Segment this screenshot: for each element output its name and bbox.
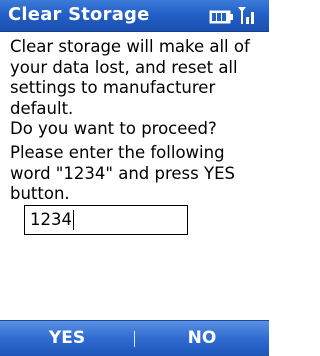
- warning-text: Clear storage will make all of your data…: [10, 37, 250, 138]
- instruction-message: Please enter the following word "1234" a…: [10, 143, 262, 203]
- text-caret: [73, 210, 74, 230]
- instruction-text: Please enter the following word "1234" a…: [10, 143, 235, 203]
- status-icons: [208, 5, 257, 25]
- yes-softkey[interactable]: YES: [0, 321, 134, 356]
- page-title: Clear Storage: [8, 4, 150, 25]
- warning-message: Clear storage will make all of your data…: [10, 37, 262, 140]
- no-softkey[interactable]: NO: [135, 321, 269, 356]
- softkey-bar: YES NO: [0, 320, 269, 356]
- signal-icon: [238, 7, 254, 24]
- clear-storage-screen: Clear Storage Clear storage will make al…: [0, 0, 269, 356]
- code-input[interactable]: 1234: [24, 205, 188, 235]
- title-bar: Clear Storage: [0, 0, 269, 32]
- battery-icon: [209, 10, 233, 24]
- code-input-value: 1234: [30, 210, 72, 229]
